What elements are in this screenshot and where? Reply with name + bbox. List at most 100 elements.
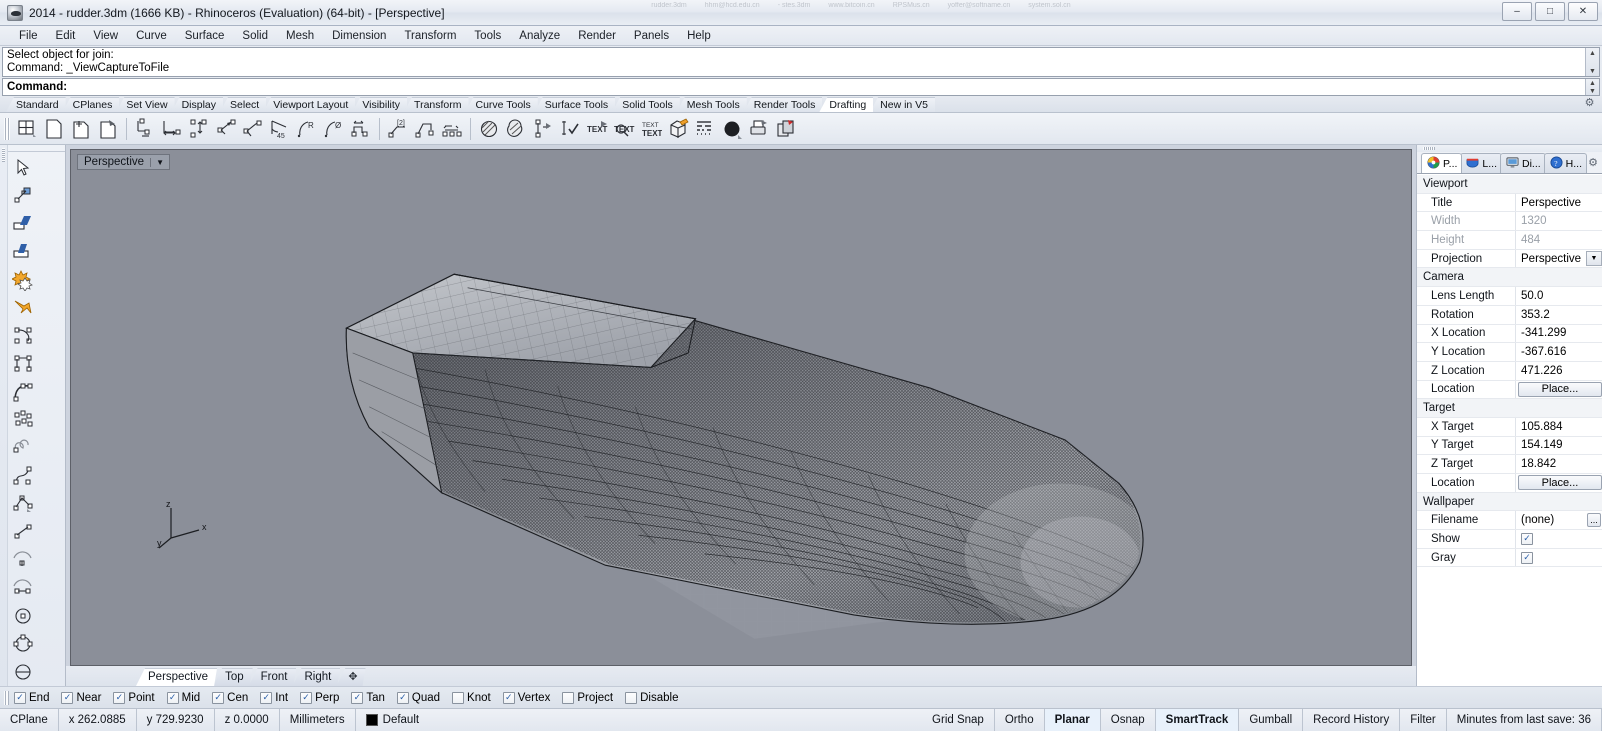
leader-icon[interactable]: [2] <box>385 116 411 142</box>
rectangle-corner-icon[interactable] <box>8 322 37 350</box>
status-cplane[interactable]: CPlane <box>0 709 59 731</box>
menu-item-view[interactable]: View <box>84 28 127 44</box>
property-value-cell[interactable]: 18.842 <box>1515 455 1602 473</box>
command-history[interactable]: Select object for join: Command: _ViewCa… <box>2 47 1600 77</box>
circle-diameter-icon[interactable] <box>8 658 37 686</box>
osnap-knot[interactable]: Knot <box>452 691 491 704</box>
panel-grip[interactable] <box>1417 145 1602 152</box>
toolbar-tab-render-tools[interactable]: Render Tools <box>743 97 823 112</box>
rectangle-3pt-icon[interactable] <box>8 350 37 378</box>
browse-button[interactable]: ... <box>1587 513 1601 528</box>
new-page-icon[interactable] <box>41 116 67 142</box>
scroll-down-icon[interactable]: ▼ <box>1586 66 1599 76</box>
plane-from-3pt-icon[interactable] <box>8 210 37 238</box>
dimension-continue-icon[interactable] <box>412 116 438 142</box>
osnap-grip[interactable] <box>4 690 9 705</box>
baseline-dimension-icon[interactable] <box>439 116 465 142</box>
menu-item-tools[interactable]: Tools <box>465 28 510 44</box>
edit-dimension-icon[interactable] <box>530 116 556 142</box>
gear-icon[interactable]: ⚙ <box>1583 97 1596 110</box>
angle-dimension-icon[interactable]: 45 <box>267 116 293 142</box>
viewport-tab-perspective[interactable]: Perspective <box>136 668 217 686</box>
property-value-cell[interactable]: 471.226 <box>1515 361 1602 380</box>
point-cloud-icon[interactable] <box>8 406 37 434</box>
status-layer[interactable]: Default <box>356 709 922 731</box>
status-z[interactable]: z 0.0000 <box>215 709 280 731</box>
palette-grip[interactable] <box>0 145 8 686</box>
property-value-cell[interactable]: 1320 <box>1515 212 1602 231</box>
linear-dimension-icon[interactable] <box>132 116 158 142</box>
osnap-mid[interactable]: ✓ Mid <box>166 691 200 704</box>
status-toggle-grid-snap[interactable]: Grid Snap <box>922 709 995 731</box>
ordinate-dimension-icon[interactable] <box>348 116 374 142</box>
add-viewport-tab-icon[interactable]: ✥ <box>336 668 365 686</box>
toolbar-tab-display[interactable]: Display <box>171 97 224 112</box>
polyline-icon[interactable] <box>8 490 37 518</box>
arc-3pt-icon[interactable] <box>8 574 37 602</box>
new-layout-icon[interactable] <box>14 116 40 142</box>
select-window-icon[interactable] <box>8 182 37 210</box>
toolbar-tab-visibility[interactable]: Visibility <box>352 97 408 112</box>
toolbar-tab-cplanes[interactable]: CPlanes <box>62 97 120 112</box>
scroll-up-icon[interactable]: ▲ <box>1586 48 1599 58</box>
osnap-checkbox[interactable]: ✓ <box>260 691 273 704</box>
find-text-icon[interactable]: TEXT <box>611 116 637 142</box>
osnap-vertex[interactable]: ✓ Vertex <box>502 691 550 704</box>
toolbar-tab-drafting[interactable]: Drafting <box>819 97 874 112</box>
status-save-info[interactable]: Minutes from last save: 36 <box>1447 709 1602 731</box>
status-toggle-gumball[interactable]: Gumball <box>1239 709 1304 731</box>
property-value-cell[interactable]: ✓ <box>1515 548 1602 567</box>
toolbar-tab-surface-tools[interactable]: Surface Tools <box>534 97 616 112</box>
layout-copy-icon[interactable] <box>773 116 799 142</box>
3d-model-canvas[interactable] <box>71 150 1411 639</box>
chevron-down-icon[interactable]: ▼ <box>1586 250 1602 266</box>
circle-3pt-icon[interactable] <box>8 630 37 658</box>
aligned-dimension-icon[interactable] <box>213 116 239 142</box>
menu-item-file[interactable]: File <box>10 28 47 44</box>
menu-item-edit[interactable]: Edit <box>47 28 85 44</box>
make-2d-icon[interactable] <box>665 116 691 142</box>
property-value-cell[interactable]: Place... <box>1515 474 1602 492</box>
print-icon[interactable] <box>746 116 772 142</box>
osnap-checkbox[interactable]: ✓ <box>212 691 225 704</box>
close-button[interactable]: ✕ <box>1568 2 1598 21</box>
toolbar-tab-viewport-layout[interactable]: Viewport Layout <box>263 97 356 112</box>
osnap-checkbox[interactable] <box>625 691 638 704</box>
place-button[interactable]: Place... <box>1518 475 1602 491</box>
osnap-near[interactable]: ✓ Near <box>61 691 101 704</box>
minimize-button[interactable]: – <box>1502 2 1532 21</box>
text-fields-icon[interactable]: TEXT TEXT <box>638 116 664 142</box>
property-value-cell[interactable]: 154.149 <box>1515 436 1602 455</box>
osnap-disable[interactable]: Disable <box>625 691 678 704</box>
osnap-quad[interactable]: ✓ Quad <box>396 691 440 704</box>
hatch-boundary-icon[interactable] <box>503 116 529 142</box>
toolbar-grip[interactable] <box>4 117 10 140</box>
status-x[interactable]: x 262.0885 <box>59 709 137 731</box>
property-value-cell[interactable]: 353.2 <box>1515 305 1602 324</box>
property-checkbox[interactable]: ✓ <box>1521 551 1533 564</box>
menu-item-render[interactable]: Render <box>569 28 625 44</box>
property-value-cell[interactable]: -341.299 <box>1515 324 1602 343</box>
property-checkbox[interactable]: ✓ <box>1521 532 1533 545</box>
osnap-tan[interactable]: ✓ Tan <box>351 691 385 704</box>
curve-control-points-icon[interactable] <box>8 462 37 490</box>
place-button[interactable]: Place... <box>1518 381 1602 397</box>
menu-item-mesh[interactable]: Mesh <box>277 28 323 44</box>
command-prompt[interactable]: Command: ▲ ▼ <box>2 78 1600 96</box>
menu-item-solid[interactable]: Solid <box>233 28 277 44</box>
toolbar-tab-set-view[interactable]: Set View <box>116 97 175 112</box>
property-value-cell[interactable]: Perspective ▼ <box>1515 249 1602 268</box>
panel-tab-layers[interactable]: L... <box>1460 153 1502 173</box>
menu-item-curve[interactable]: Curve <box>127 28 176 44</box>
osnap-checkbox[interactable]: ✓ <box>14 691 26 704</box>
property-value-cell[interactable]: 50.0 <box>1515 287 1602 305</box>
osnap-checkbox[interactable] <box>452 691 465 704</box>
menu-item-help[interactable]: Help <box>678 28 720 44</box>
hatch-icon[interactable] <box>476 116 502 142</box>
toolbar-tab-mesh-tools[interactable]: Mesh Tools <box>676 97 747 112</box>
status-y[interactable]: y 729.9230 <box>137 709 215 731</box>
property-value-cell[interactable]: 484 <box>1515 231 1602 249</box>
panel-tab-properties[interactable]: P... <box>1421 153 1463 173</box>
toolbar-tab-standard[interactable]: Standard <box>6 97 66 112</box>
command-history-scrollbar[interactable]: ▲ ▼ <box>1585 48 1599 76</box>
